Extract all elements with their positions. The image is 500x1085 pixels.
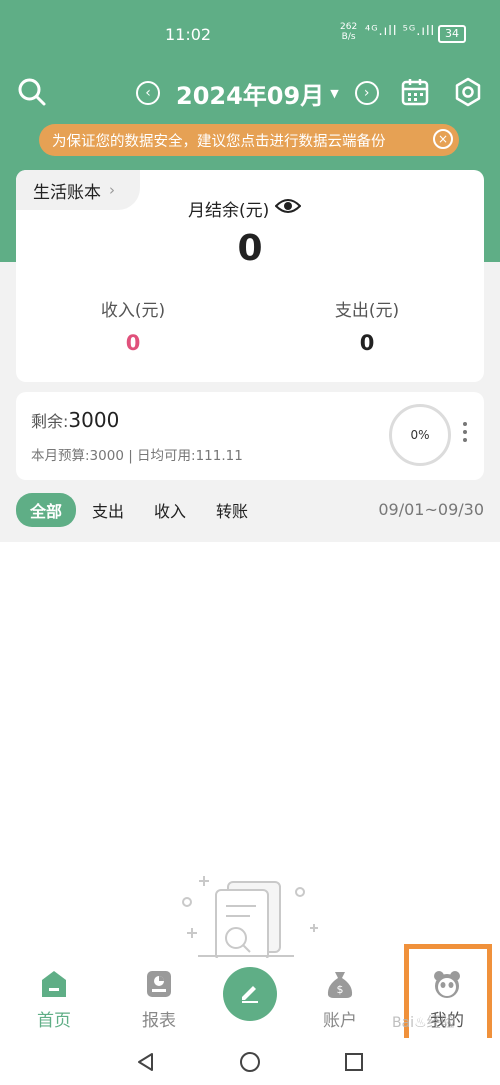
eye-icon[interactable]	[269, 197, 302, 220]
income-value: 0	[125, 331, 141, 355]
budget-remaining-value: 3000	[68, 408, 120, 432]
filter-transfer[interactable]: 转账	[216, 498, 248, 522]
money-bag-icon: $	[326, 968, 354, 1000]
tab-accounts-label: 账户	[323, 1011, 357, 1031]
tab-home[interactable]: 首页	[4, 958, 104, 1038]
income-label: 收入(元)	[100, 301, 166, 321]
budget-remaining-label: 剩余:	[31, 412, 69, 431]
status-time: 11:02	[165, 25, 212, 44]
tab-accounts[interactable]: $ 账户	[290, 958, 390, 1038]
transaction-filter-tabs: 全部 支出 收入 转账	[16, 493, 278, 527]
tab-home-label: 首页	[37, 1011, 71, 1031]
home-nav-icon[interactable]	[238, 1050, 262, 1074]
home-icon	[41, 968, 67, 1000]
account-book-selector[interactable]: 生活账本 ›	[16, 170, 140, 210]
date-range[interactable]: 09/01~09/30	[378, 500, 484, 519]
recents-icon[interactable]	[342, 1050, 366, 1074]
budget-progress-ring: 0%	[389, 404, 451, 466]
net-speed: 262 B/s	[340, 22, 357, 42]
reports-icon	[146, 968, 172, 1000]
filter-income[interactable]: 收入	[154, 498, 186, 522]
calendar-icon[interactable]	[398, 75, 432, 109]
month-selector[interactable]: 2024年09月	[176, 76, 324, 111]
add-record-button[interactable]	[223, 967, 277, 1021]
backup-banner-text: 为保证您的数据安全，建议您点击进行数据云端备份	[52, 133, 386, 150]
pencil-icon	[238, 980, 262, 1008]
empty-state-illustration	[178, 872, 328, 966]
svg-text:$: $	[337, 983, 344, 996]
income-summary: 收入(元) 0	[53, 296, 213, 355]
close-icon[interactable]: ×	[433, 129, 453, 149]
more-options-icon[interactable]	[463, 422, 469, 446]
budget-remaining: 剩余:3000	[31, 408, 119, 432]
back-icon[interactable]	[134, 1050, 158, 1074]
month-navigator: ‹ 2024年09月 ▼ ›	[136, 76, 379, 110]
prev-month-icon[interactable]: ‹	[136, 81, 160, 105]
watermark: Bai♨经验	[392, 1015, 455, 1031]
budget-progress-text: 0%	[410, 428, 430, 442]
settings-icon[interactable]	[451, 75, 485, 109]
net-speed-value: 262	[340, 22, 358, 32]
expense-value: 0	[359, 331, 375, 355]
annotation-highlight-box	[404, 944, 492, 1048]
summary-card: 生活账本 › 月结余(元) 0 收入(元) 0 支出(元) 0	[16, 170, 484, 382]
search-icon[interactable]	[14, 74, 50, 110]
chevron-right-icon: ›	[109, 181, 115, 199]
net-speed-unit: B/s	[341, 32, 356, 42]
expense-label: 支出(元)	[334, 301, 400, 321]
budget-card[interactable]: 剩余:3000 本月预算:3000 | 日均可用:111.11 0%	[16, 392, 484, 480]
balance-label: 月结余(元)	[188, 201, 270, 221]
account-book-name: 生活账本	[33, 182, 101, 203]
signal-icon: ⁴ᴳ.ıll ⁵ᴳ.ıll	[365, 24, 436, 39]
status-bar: 11:02 262 B/s ⁴ᴳ.ıll ⁵ᴳ.ıll 34	[0, 0, 500, 64]
backup-banner[interactable]: 为保证您的数据安全，建议您点击进行数据云端备份 ×	[39, 124, 459, 156]
budget-detail: 本月预算:3000 | 日均可用:111.11	[31, 448, 243, 464]
tab-reports-label: 报表	[142, 1011, 176, 1031]
expense-summary: 支出(元) 0	[287, 296, 447, 355]
tab-reports[interactable]: 报表	[109, 958, 209, 1038]
filter-expense[interactable]: 支出	[92, 498, 124, 522]
battery-icon: 34	[438, 25, 466, 43]
dropdown-caret-icon[interactable]: ▼	[330, 87, 338, 100]
system-nav-bar	[0, 1038, 500, 1085]
filter-all[interactable]: 全部	[16, 493, 77, 527]
next-month-icon[interactable]: ›	[354, 81, 379, 105]
balance-value: 0	[237, 228, 263, 269]
balance-label-row: 月结余(元)	[188, 196, 302, 221]
